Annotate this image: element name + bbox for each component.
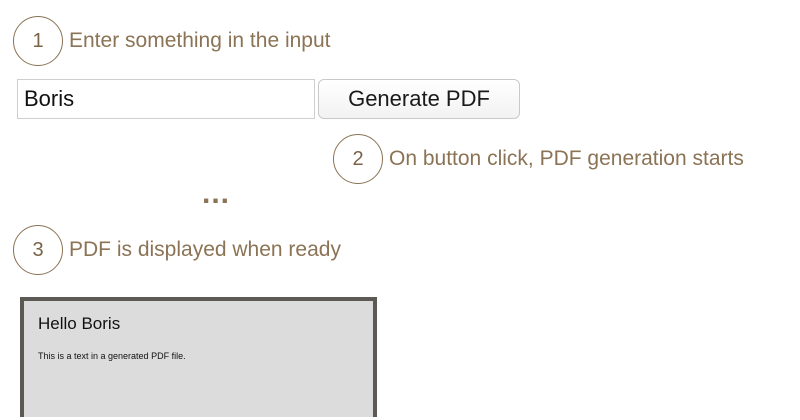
- ellipsis-separator: ...: [202, 177, 231, 210]
- step-1-caption: Enter something in the input: [69, 29, 331, 52]
- step-2: 2 On button click, PDF generation starts: [333, 134, 744, 184]
- step-3: 3 PDF is displayed when ready: [13, 225, 341, 275]
- pdf-demo-illustration: 1 Enter something in the input Generate …: [0, 0, 800, 420]
- step-1-number-circle: 1: [13, 16, 63, 66]
- step-2-caption: On button click, PDF generation starts: [389, 147, 744, 170]
- step-3-number-circle: 3: [13, 225, 63, 275]
- pdf-body-text: This is a text in a generated PDF file.: [38, 351, 186, 361]
- step-1: 1 Enter something in the input: [13, 16, 331, 66]
- pdf-viewer: Hello Boris This is a text in a generate…: [20, 297, 377, 417]
- step-3-caption: PDF is displayed when ready: [69, 238, 341, 261]
- step-2-number-circle: 2: [333, 134, 383, 184]
- generate-pdf-button[interactable]: Generate PDF: [318, 79, 520, 119]
- name-input[interactable]: [17, 79, 315, 119]
- pdf-heading: Hello Boris: [38, 314, 121, 333]
